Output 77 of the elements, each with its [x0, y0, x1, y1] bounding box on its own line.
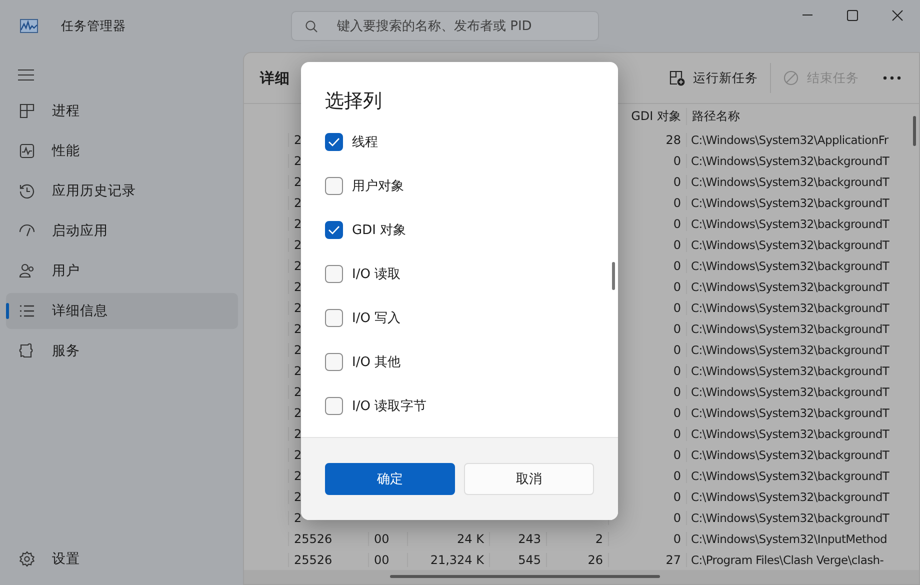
- check-icon: [328, 225, 340, 235]
- users-icon: [19, 263, 35, 279]
- cancel-button[interactable]: 取消: [464, 463, 594, 495]
- app-icon: [20, 19, 38, 33]
- table-cell: C:\Windows\System32\backgroundT: [686, 322, 909, 336]
- checkbox[interactable]: [325, 353, 343, 371]
- table-cell: 25526: [288, 532, 368, 546]
- checkbox[interactable]: [325, 177, 343, 195]
- block-icon: [783, 70, 799, 86]
- table-cell: C:\Windows\System32\backgroundT: [686, 174, 909, 188]
- scrollbar[interactable]: [913, 116, 916, 146]
- history-icon: [19, 183, 35, 199]
- table-cell: C:\Windows\System32\ApplicationFr: [686, 132, 909, 146]
- table-cell: C:\Windows\System32\backgroundT: [686, 258, 909, 272]
- sidebar-item[interactable]: 详细信息: [6, 293, 238, 329]
- activity-icon: [19, 143, 35, 159]
- table-cell: C:\Windows\System32\backgroundT: [686, 448, 909, 462]
- scrollbar[interactable]: [390, 575, 660, 578]
- checkbox[interactable]: [325, 265, 343, 283]
- dialog-title: 选择列: [325, 89, 383, 114]
- check-icon: [328, 137, 340, 147]
- sidebar-item[interactable]: 进程: [6, 93, 238, 129]
- ok-button[interactable]: 确定: [325, 463, 455, 495]
- checkbox[interactable]: [325, 133, 343, 151]
- more-icon: [883, 76, 901, 80]
- table-cell: C:\Windows\System32\InputMethod: [686, 532, 909, 546]
- list-icon: [19, 303, 35, 319]
- table-cell: C:\Windows\System32\backgroundT: [686, 490, 909, 504]
- sidebar-item[interactable]: 服务: [6, 333, 238, 369]
- settings-icon: [19, 551, 35, 567]
- window-title: 任务管理器: [61, 18, 126, 34]
- table-cell: 00: [368, 552, 407, 566]
- maximize-icon: [847, 10, 858, 20]
- sidebar-item[interactable]: 启动应用: [6, 213, 238, 249]
- search-field[interactable]: 键入要搜索的名称、发布者或 PID: [291, 11, 599, 41]
- table-cell: 545: [489, 552, 546, 566]
- page-title: 详细: [260, 70, 290, 88]
- column-header[interactable]: 路径名称: [686, 108, 909, 125]
- close-icon: [892, 10, 903, 20]
- table-cell: C:\Windows\System32\backgroundT: [686, 510, 909, 524]
- minimize-icon: [802, 14, 813, 16]
- table-cell: C:\Windows\System32\backgroundT: [686, 468, 909, 482]
- search-icon: [305, 20, 318, 33]
- gauge-icon: [19, 223, 35, 239]
- puzzle-icon: [19, 343, 35, 359]
- scrollbar[interactable]: [612, 262, 615, 290]
- table-cell: 25526: [288, 552, 368, 566]
- table-cell: 2: [546, 532, 608, 546]
- table-cell: 26: [546, 552, 608, 566]
- sidebar-item[interactable]: 性能: [6, 133, 238, 169]
- table-cell: C:\Windows\System32\backgroundT: [686, 300, 909, 314]
- table-cell: 24 K: [407, 532, 489, 546]
- settings-item[interactable]: 设置: [6, 541, 238, 577]
- new-window-icon: [669, 70, 685, 86]
- table-cell: C:\Program Files\Clash Verge\clash-: [686, 552, 909, 566]
- table-cell: C:\Windows\System32\backgroundT: [686, 238, 909, 252]
- table-cell: 21,324 K: [407, 552, 489, 566]
- table-cell: 27: [608, 552, 686, 566]
- table-cell: C:\Windows\System32\backgroundT: [686, 280, 909, 294]
- table-cell: C:\Windows\System32\backgroundT: [686, 342, 909, 356]
- table-cell: 00: [368, 532, 407, 546]
- table-cell: C:\Windows\System32\backgroundT: [686, 196, 909, 210]
- checkbox[interactable]: [325, 221, 343, 239]
- table-cell: 243: [489, 532, 546, 546]
- table-cell: C:\Windows\System32\backgroundT: [686, 364, 909, 378]
- table-cell: C:\Windows\System32\backgroundT: [686, 406, 909, 420]
- table-cell: C:\Windows\System32\backgroundT: [686, 154, 909, 168]
- table-cell: 0: [608, 532, 686, 546]
- table-cell: C:\Windows\System32\backgroundT: [686, 426, 909, 440]
- sidebar-item[interactable]: 用户: [6, 253, 238, 289]
- sidebar-item[interactable]: 应用历史记录: [6, 173, 238, 209]
- grid-icon: [19, 103, 35, 119]
- table-cell: C:\Windows\System32\backgroundT: [686, 216, 909, 230]
- checkbox[interactable]: [325, 397, 343, 415]
- run-task-button[interactable]: 运行新任务: [663, 70, 764, 86]
- table-cell: C:\Windows\System32\backgroundT: [686, 384, 909, 398]
- checkbox[interactable]: [325, 309, 343, 327]
